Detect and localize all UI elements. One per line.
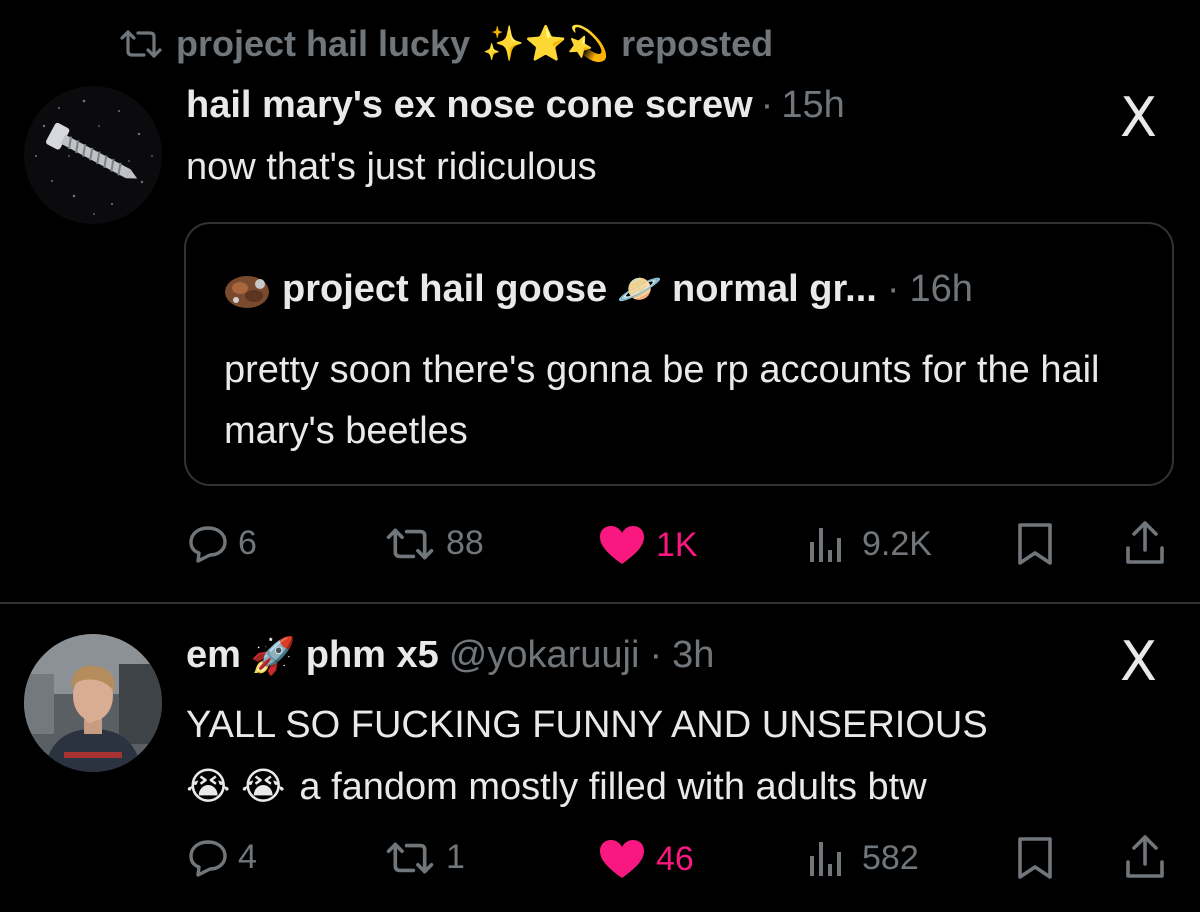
- repost-button[interactable]: 1: [384, 838, 465, 877]
- x-logo-icon[interactable]: X: [1120, 86, 1157, 149]
- author-name[interactable]: em: [186, 634, 241, 677]
- bar-chart-icon: [806, 524, 852, 564]
- timestamp[interactable]: 3h: [672, 634, 714, 677]
- reply-icon: [188, 839, 228, 877]
- share-button[interactable]: [1124, 520, 1166, 566]
- quote-author-badge: 🪐: [617, 268, 662, 309]
- heart-icon: [598, 524, 646, 566]
- share-icon: [1124, 834, 1166, 880]
- views-count: 9.2K: [862, 524, 932, 563]
- repost-indicator: project hail lucky ✨⭐💫 reposted: [118, 22, 773, 66]
- avatar[interactable]: [24, 634, 162, 772]
- author-emoji: 🚀: [250, 634, 296, 676]
- repost-icon: [118, 29, 164, 59]
- separator: ·: [649, 634, 663, 676]
- views-button[interactable]: 9.2K: [806, 524, 932, 564]
- tweet-text-continuation: a fandom mostly filled with adults btw: [299, 766, 927, 808]
- like-count: 1K: [656, 525, 698, 564]
- timestamp[interactable]: 15h: [781, 84, 844, 127]
- heart-icon: [598, 838, 646, 880]
- repost-icon: [384, 526, 436, 562]
- reposter-emojis: ✨⭐💫: [482, 25, 610, 63]
- share-icon: [1124, 520, 1166, 566]
- bar-chart-icon: [806, 838, 852, 878]
- crying-emojis: 😭 😭: [186, 766, 286, 808]
- reply-count: 4: [238, 838, 257, 876]
- author-name[interactable]: hail mary's ex nose cone screw: [186, 84, 753, 127]
- tweet-actions: 6 88 1K 9.2K: [0, 512, 1200, 572]
- quote-author-name[interactable]: project hail goose: [282, 268, 607, 311]
- like-button[interactable]: 46: [598, 838, 694, 880]
- repost-button[interactable]: 88: [384, 524, 484, 563]
- reply-icon: [188, 525, 228, 563]
- tweet-header: em 🚀 phm x5 @yokaruuji · 3h: [186, 634, 714, 677]
- quote-author-display[interactable]: normal gr...: [672, 268, 877, 311]
- views-button[interactable]: 582: [806, 838, 919, 878]
- tweet-text: now that's just ridiculous: [186, 146, 597, 188]
- repost-count: 88: [446, 524, 484, 562]
- reposter-name[interactable]: project hail lucky: [176, 23, 470, 65]
- separator: ·: [886, 267, 900, 310]
- reply-count: 6: [238, 524, 257, 562]
- views-count: 582: [862, 838, 919, 877]
- repost-count: 1: [446, 838, 465, 876]
- tweet-text: YALL SO FUCKING FUNNY AND UNSERIOUS 😭 😭 a…: [186, 694, 1136, 818]
- quote-header: project hail goose 🪐 normal gr... · 16h: [222, 264, 973, 314]
- author-handle[interactable]: @yokaruuji: [449, 634, 640, 677]
- like-count: 46: [656, 839, 694, 878]
- author-name-suffix[interactable]: phm x5: [306, 634, 439, 677]
- bookmark-button[interactable]: [1014, 836, 1056, 880]
- reply-button[interactable]: 4: [188, 838, 257, 877]
- quote-timestamp: 16h: [909, 267, 973, 310]
- tweet-header: hail mary's ex nose cone screw · 15h: [186, 84, 845, 127]
- like-button[interactable]: 1K: [598, 524, 698, 566]
- divider: [0, 602, 1200, 604]
- quote-avatar: [222, 264, 272, 314]
- tweet-text-line: 😭 😭 a fandom mostly filled with adults bt…: [186, 756, 1136, 818]
- tweet-actions: 4 1 46 582: [0, 826, 1200, 886]
- quote-text: pretty soon there's gonna be rp accounts…: [224, 349, 1100, 452]
- bookmark-icon: [1014, 836, 1056, 880]
- avatar[interactable]: [24, 86, 162, 224]
- x-logo-icon[interactable]: X: [1120, 630, 1157, 693]
- reposted-label: reposted: [621, 23, 774, 64]
- reply-button[interactable]: 6: [188, 524, 257, 563]
- share-button[interactable]: [1124, 834, 1166, 880]
- tweet-text-line: YALL SO FUCKING FUNNY AND UNSERIOUS: [186, 704, 988, 746]
- bookmark-button[interactable]: [1014, 522, 1056, 566]
- repost-icon: [384, 840, 436, 876]
- bookmark-icon: [1014, 522, 1056, 566]
- separator: ·: [760, 84, 774, 126]
